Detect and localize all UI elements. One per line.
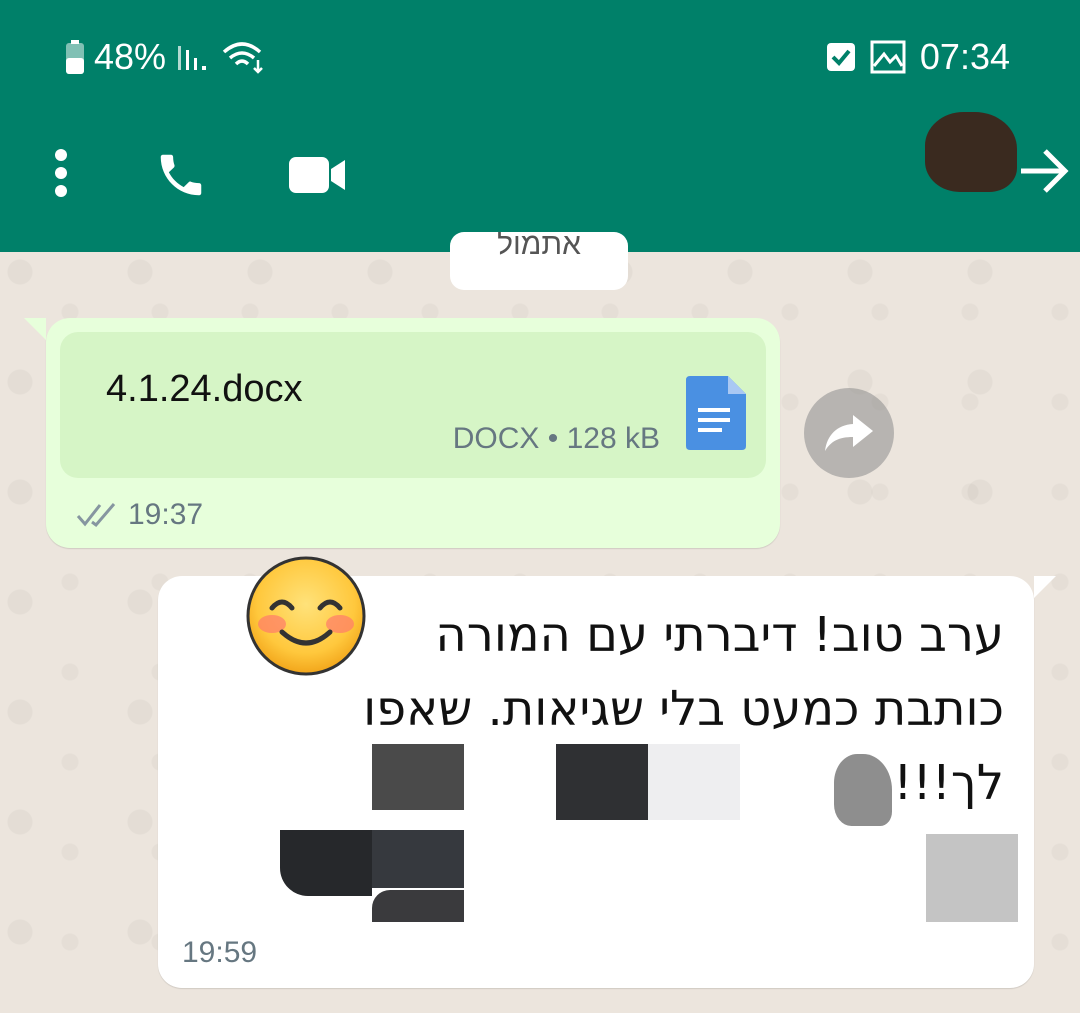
redacted-block bbox=[280, 830, 372, 896]
outgoing-message-footer: 19:37 bbox=[76, 498, 203, 532]
checkbox-notification-icon bbox=[826, 43, 855, 71]
document-meta: DOCX • 128 kB bbox=[452, 422, 660, 455]
battery-icon bbox=[66, 40, 84, 74]
incoming-message-time: 19:59 bbox=[182, 936, 258, 969]
chat-header: 48% 07:34 bbox=[0, 0, 1080, 252]
more-vert-icon[interactable] bbox=[46, 148, 76, 198]
forward-icon bbox=[825, 415, 873, 451]
message-line-2: כותבת כמעט בלי שגיאות. שאפו bbox=[363, 681, 1004, 737]
redacted-block bbox=[648, 744, 740, 820]
video-call-icon[interactable] bbox=[286, 154, 348, 196]
document-card[interactable]: 4.1.24.docx DOCX • 128 kB bbox=[60, 332, 766, 478]
outgoing-document-message[interactable]: 4.1.24.docx DOCX • 128 kB 19:37 bbox=[24, 318, 780, 548]
smiling-face-emoji bbox=[246, 556, 366, 676]
redacted-block bbox=[372, 744, 464, 810]
redacted-block bbox=[372, 830, 464, 888]
status-bar: 48% 07:34 bbox=[0, 30, 1080, 86]
signal-icon bbox=[178, 46, 207, 70]
status-time: 07:34 bbox=[919, 36, 1010, 77]
wifi-icon bbox=[222, 42, 263, 74]
double-check-icon bbox=[76, 503, 116, 528]
redacted-block bbox=[372, 890, 464, 922]
phone-icon[interactable] bbox=[152, 148, 210, 202]
date-chip-label: אתמול bbox=[497, 232, 581, 261]
chat-area: אתמול 4.1.24.docx DOCX • 128 kB 19:37 ער… bbox=[0, 232, 1080, 1013]
redacted-block bbox=[926, 834, 1018, 922]
document-file-name: 4.1.24.docx bbox=[106, 368, 303, 410]
date-chip: אתמול bbox=[450, 232, 628, 290]
battery-percent: 48% bbox=[94, 36, 167, 77]
outgoing-message-time: 19:37 bbox=[128, 498, 204, 531]
docx-file-icon bbox=[686, 376, 746, 450]
status-right: 07:34 bbox=[826, 36, 1010, 78]
contact-avatar[interactable] bbox=[925, 112, 1017, 192]
gallery-notification-icon bbox=[870, 40, 906, 74]
redacted-block bbox=[556, 744, 648, 820]
redacted-block bbox=[834, 754, 892, 826]
arrow-right-icon[interactable] bbox=[1018, 146, 1070, 196]
forward-button[interactable] bbox=[804, 388, 894, 478]
status-left: 48% bbox=[66, 36, 268, 78]
